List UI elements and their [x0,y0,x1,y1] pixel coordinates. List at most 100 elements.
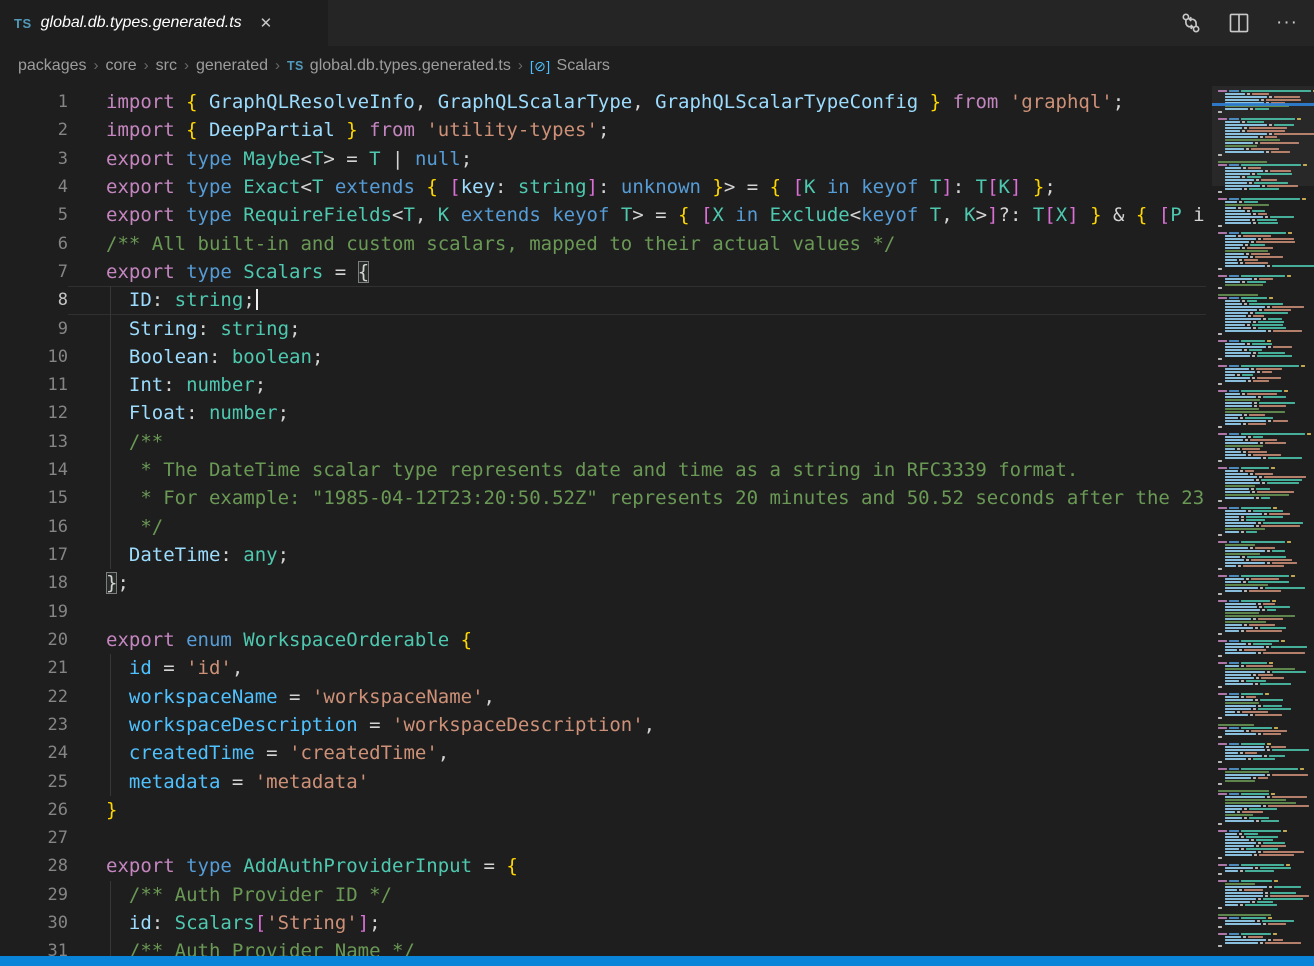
code-line[interactable]: 4export type Exact<T extends { [key: str… [0,173,1206,201]
code-line-content: id: Scalars['String']; [68,909,1206,937]
code-line[interactable]: 23 workspaceDescription = 'workspaceDesc… [0,711,1206,739]
breadcrumb-separator: › [144,57,149,74]
breadcrumb-label: Scalars [557,57,610,75]
code-line[interactable]: 9 String: string; [0,315,1206,343]
status-bar [0,956,1314,966]
code-line-content: Float: number; [68,399,1206,427]
breadcrumb-item-generated[interactable]: generated [196,57,268,75]
code-line-content: Boolean: boolean; [68,343,1206,371]
code-line[interactable]: 21 id = 'id', [0,654,1206,682]
breadcrumb-separator: › [184,57,189,74]
line-number[interactable]: 28 [0,852,68,880]
code-line-content: export type RequireFields<T, K extends k… [68,201,1206,229]
line-number[interactable]: 21 [0,654,68,682]
line-number[interactable]: 30 [0,909,68,937]
breadcrumb-item-core[interactable]: core [106,57,137,75]
line-number[interactable]: 1 [0,88,68,116]
line-number[interactable]: 29 [0,881,68,909]
code-line[interactable]: 16 */ [0,513,1206,541]
line-number[interactable]: 10 [0,343,68,371]
tab-close-icon[interactable]: ✕ [257,12,276,34]
code-line[interactable]: 30 id: Scalars['String']; [0,909,1206,937]
code-line[interactable]: 19 [0,598,1206,626]
code-line[interactable]: 11 Int: number; [0,371,1206,399]
code-line[interactable]: 5export type RequireFields<T, K extends … [0,201,1206,229]
open-changes-icon[interactable] [1180,12,1202,34]
code-line[interactable]: 27 [0,824,1206,852]
line-number[interactable]: 4 [0,173,68,201]
code-line-content: export type AddAuthProviderInput = { [68,852,1206,880]
line-number[interactable]: 12 [0,399,68,427]
line-number[interactable]: 26 [0,796,68,824]
line-number[interactable]: 8 [0,286,68,314]
code-line[interactable]: 6/** All built-in and custom scalars, ma… [0,230,1206,258]
code-line[interactable]: 13 /** [0,428,1206,456]
code-line-content: export type Scalars = { [68,258,1206,286]
line-number[interactable]: 9 [0,315,68,343]
breadcrumb: packages › core › src › generated › TSglobal.db.… [0,46,1314,86]
code-line[interactable]: 10 Boolean: boolean; [0,343,1206,371]
split-editor-icon[interactable] [1228,12,1250,34]
code-line[interactable]: 18}; [0,569,1206,597]
line-number[interactable]: 18 [0,569,68,597]
line-number[interactable]: 3 [0,145,68,173]
code-line-content: export type Maybe<T> = T | null; [68,145,1206,173]
code-line[interactable]: 26} [0,796,1206,824]
breadcrumb-item-packages[interactable]: packages [18,57,87,75]
code-line-content: createdTime = 'createdTime', [68,739,1206,767]
line-number[interactable]: 22 [0,683,68,711]
line-number[interactable]: 23 [0,711,68,739]
line-number[interactable]: 25 [0,768,68,796]
code-line-content [68,824,1206,852]
code-line[interactable]: 29 /** Auth Provider ID */ [0,881,1206,909]
code-line-content [68,598,1206,626]
code-line-content: */ [68,513,1206,541]
code-line[interactable]: 1import { GraphQLResolveInfo, GraphQLSca… [0,88,1206,116]
line-number[interactable]: 2 [0,116,68,144]
minimap-content [1212,86,1314,956]
code-line-content: DateTime: any; [68,541,1206,569]
breadcrumb-item-src[interactable]: src [156,57,177,75]
line-number[interactable]: 6 [0,230,68,258]
code-line[interactable]: 28export type AddAuthProviderInput = { [0,852,1206,880]
line-number[interactable]: 24 [0,739,68,767]
line-number[interactable]: 27 [0,824,68,852]
line-number[interactable]: 20 [0,626,68,654]
breadcrumb-separator: › [518,57,523,74]
line-number[interactable]: 19 [0,598,68,626]
code-editor[interactable]: 1import { GraphQLResolveInfo, GraphQLSca… [0,86,1206,966]
code-line[interactable]: 22 workspaceName = 'workspaceName', [0,683,1206,711]
code-line[interactable]: 14 * The DateTime scalar type represents… [0,456,1206,484]
line-number[interactable]: 17 [0,541,68,569]
code-line-content: String: string; [68,315,1206,343]
line-number[interactable]: 15 [0,484,68,512]
code-line[interactable]: 15 * For example: "1985-04-12T23:20:50.5… [0,484,1206,512]
breadcrumb-item-scalars[interactable]: [⊘]Scalars [530,57,610,75]
code-line[interactable]: 8 ID: string; [0,286,1206,314]
line-number[interactable]: 13 [0,428,68,456]
breadcrumb-item-global-db-types-generated-ts[interactable]: TSglobal.db.types.generated.ts [287,57,511,75]
line-number[interactable]: 14 [0,456,68,484]
code-line-content: /** All built-in and custom scalars, map… [68,230,1206,258]
breadcrumb-separator: › [275,57,280,74]
code-line-content: export enum WorkspaceOrderable { [68,626,1206,654]
line-number[interactable]: 5 [0,201,68,229]
code-line[interactable]: 20export enum WorkspaceOrderable { [0,626,1206,654]
minimap[interactable] [1212,86,1314,956]
editor-tab[interactable]: TS global.db.types.generated.ts ✕ [0,0,328,46]
code-line[interactable]: 12 Float: number; [0,399,1206,427]
code-line[interactable]: 17 DateTime: any; [0,541,1206,569]
code-line-content: import { DeepPartial } from 'utility-typ… [68,116,1206,144]
tab-title: global.db.types.generated.ts [41,14,242,32]
code-line-content: workspaceName = 'workspaceName', [68,683,1206,711]
code-line[interactable]: 25 metadata = 'metadata' [0,768,1206,796]
code-line[interactable]: 2import { DeepPartial } from 'utility-ty… [0,116,1206,144]
line-number[interactable]: 7 [0,258,68,286]
line-number[interactable]: 11 [0,371,68,399]
line-number[interactable]: 16 [0,513,68,541]
code-line[interactable]: 7export type Scalars = { [0,258,1206,286]
more-actions-icon[interactable]: ··· [1276,18,1298,28]
code-line[interactable]: 3export type Maybe<T> = T | null; [0,145,1206,173]
code-line[interactable]: 24 createdTime = 'createdTime', [0,739,1206,767]
code-line-content: /** [68,428,1206,456]
